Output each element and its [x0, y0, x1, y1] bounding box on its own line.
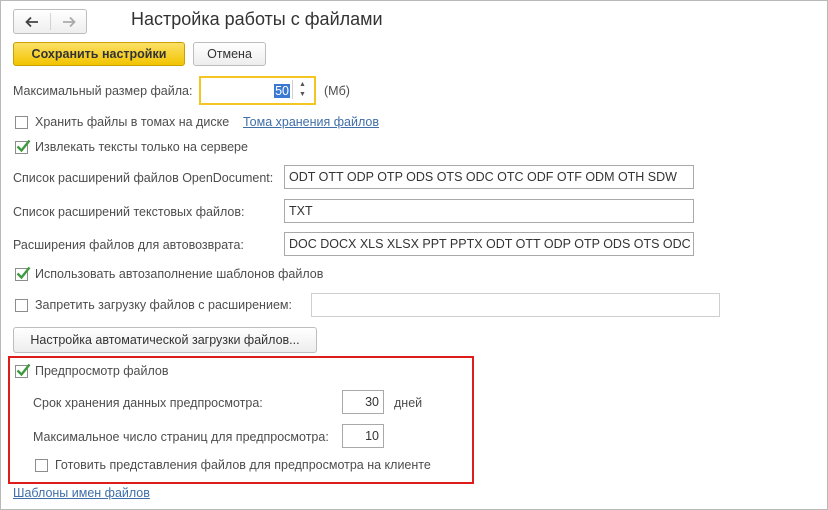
max-file-size-unit: (Мб)	[324, 84, 350, 98]
retention-unit: дней	[394, 396, 423, 410]
autoreturn-ext-label: Расширения файлов для автовозврата:	[13, 238, 244, 252]
autoreturn-ext-field[interactable]: DOC DOCX XLS XLSX PPT PPTX ODT OTT ODP O…	[284, 232, 694, 256]
max-pages-field[interactable]: 10	[342, 424, 384, 448]
client-prepare-checkbox[interactable]	[35, 459, 48, 472]
page-title: Настройка работы с файлами	[131, 9, 383, 29]
save-settings-button[interactable]: Сохранить настройки	[13, 42, 185, 66]
store-in-volumes-checkbox[interactable]	[15, 116, 28, 129]
max-file-size-label: Максимальный размер файла:	[13, 84, 193, 98]
retention-field[interactable]: 30	[342, 390, 384, 414]
max-pages-label: Максимальное число страниц для предпросм…	[33, 430, 329, 444]
size-spinner[interactable]: ▲ ▼	[292, 80, 312, 99]
extract-texts-checkbox[interactable]	[15, 139, 31, 154]
spin-down-icon[interactable]: ▼	[293, 90, 312, 99]
preview-checkbox[interactable]	[15, 363, 31, 378]
store-in-volumes-label: Хранить файлы в томах на диске	[35, 115, 230, 129]
autofill-templates-label: Использовать автозаполнение шаблонов фай…	[35, 267, 324, 281]
opendoc-ext-label: Список расширений файлов OpenDocument:	[13, 171, 274, 185]
arrow-left-icon	[25, 16, 38, 27]
file-name-templates-link[interactable]: Шаблоны имен файлов	[13, 486, 150, 500]
storage-volumes-link[interactable]: Тома хранения файлов	[243, 115, 379, 129]
cancel-button[interactable]: Отмена	[193, 42, 266, 66]
nav-buttons	[13, 9, 87, 34]
arrow-right-icon	[63, 16, 76, 27]
back-button[interactable]	[14, 10, 50, 33]
max-file-size-field[interactable]: 50 ▲ ▼	[199, 76, 316, 105]
forbid-upload-field[interactable]	[311, 293, 720, 317]
auto-upload-settings-button[interactable]: Настройка автоматической загрузки файлов…	[13, 327, 317, 353]
forbid-upload-checkbox[interactable]	[15, 299, 28, 312]
forward-button[interactable]	[51, 10, 87, 33]
opendoc-ext-field[interactable]: ODT OTT ODP OTP ODS OTS ODC OTC ODF OTF …	[284, 165, 694, 189]
text-ext-label: Список расширений текстовых файлов:	[13, 205, 245, 219]
checkmark-icon	[16, 139, 31, 153]
preview-label: Предпросмотр файлов	[35, 364, 169, 378]
extract-texts-label: Извлекать тексты только на сервере	[35, 140, 248, 154]
forbid-upload-label: Запретить загрузку файлов с расширением:	[35, 298, 292, 312]
checkmark-icon	[16, 363, 31, 377]
autofill-templates-checkbox[interactable]	[15, 266, 31, 281]
checkmark-icon	[16, 266, 31, 280]
client-prepare-label: Готовить представления файлов для предпр…	[55, 458, 431, 472]
text-ext-field[interactable]: TXT	[284, 199, 694, 223]
spin-up-icon[interactable]: ▲	[293, 80, 312, 89]
retention-label: Срок хранения данных предпросмотра:	[33, 396, 263, 410]
max-file-size-value: 50	[274, 83, 290, 98]
